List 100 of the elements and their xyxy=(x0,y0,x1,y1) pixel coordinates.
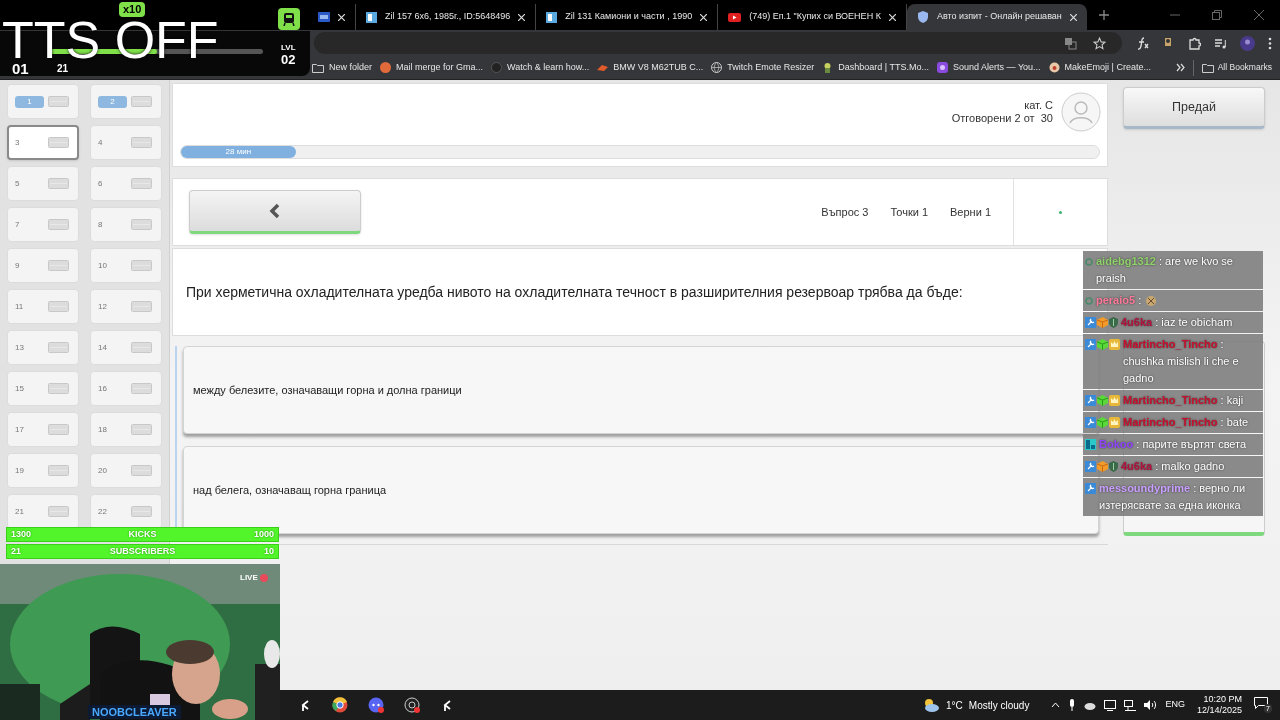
bookmark-link[interactable]: BMW V8 M62TUB C... xyxy=(613,60,704,75)
question-text: При херметична охладителната уредба нивото на охладителната течност в разширителния резервоар трябва да бъде: xyxy=(186,282,963,302)
tile-number: 15 xyxy=(15,382,24,395)
shield-badge-icon xyxy=(1109,317,1118,328)
crown-badge-icon xyxy=(1109,417,1120,428)
flag-placeholder-icon xyxy=(48,219,69,230)
crown-badge-icon xyxy=(1109,339,1120,350)
chat-message: aidebg1312 : are we kvo se praish xyxy=(1096,254,1234,286)
flag-placeholder-icon xyxy=(48,383,69,394)
live-dot-icon xyxy=(259,574,268,582)
bookmark-link[interactable]: MakeEmoji | Create... xyxy=(1064,60,1151,75)
restore-icon[interactable] xyxy=(1212,10,1222,20)
tab-title: (749) Еп.1 "Купих си ВОЕНЕН К xyxy=(749,10,881,24)
tab-title: Zil 131 Камиони и части , 1990 xyxy=(565,10,693,24)
avatar-icon[interactable] xyxy=(1240,35,1255,51)
chevron-up-icon[interactable] xyxy=(1051,702,1061,708)
question-tile[interactable]: 12 xyxy=(90,289,162,324)
translate-icon[interactable] xyxy=(1064,36,1077,50)
level-start: 01 xyxy=(12,61,29,76)
function-icon[interactable] xyxy=(1136,36,1149,50)
goal-current: 21 xyxy=(11,544,21,558)
goal-current: 1300 xyxy=(11,527,32,541)
tile-number: 7 xyxy=(15,218,20,231)
answer-option[interactable]: между белезите, означаващи горна и долна граници xyxy=(183,346,1099,434)
star-icon[interactable] xyxy=(1093,36,1106,50)
microphone-icon[interactable] xyxy=(1068,699,1077,711)
bookmark-link[interactable]: Watch & learn how... xyxy=(507,60,590,75)
question-tile[interactable]: 22 xyxy=(90,494,162,529)
bookmark-link[interactable]: Twitch Emote Resizer xyxy=(727,60,815,75)
question-tile[interactable]: 4 xyxy=(90,125,162,160)
play-icon xyxy=(728,12,742,22)
wrench-badge-icon xyxy=(1085,483,1096,494)
flag-placeholder-icon xyxy=(131,301,152,312)
language-indicator[interactable]: ENG xyxy=(1165,698,1185,712)
question-tile[interactable]: 21 xyxy=(7,494,79,529)
cube-badge-icon xyxy=(1097,317,1108,328)
recorder-app-icon[interactable] xyxy=(404,697,420,713)
chat-message: peraio5 : xyxy=(1096,293,1142,308)
tile-number: 18 xyxy=(98,423,107,436)
question-tile[interactable]: 8 xyxy=(90,207,162,242)
network-icon[interactable] xyxy=(1124,699,1137,711)
submit-button[interactable]: Предай xyxy=(1123,87,1265,129)
bookmark-favicon-icon xyxy=(380,62,392,73)
question-tile[interactable]: 9 xyxy=(7,248,79,283)
tile-number: 6 xyxy=(98,177,103,190)
menu-icon[interactable] xyxy=(1268,36,1272,50)
weather-cloud-icon[interactable] xyxy=(922,698,941,712)
question-tile[interactable]: 6 xyxy=(90,166,162,201)
question-tile[interactable]: 15 xyxy=(7,371,79,406)
crown-badge-icon xyxy=(1109,395,1120,406)
bookmark-favicon-icon xyxy=(597,63,609,72)
question-tile[interactable]: 10 xyxy=(90,248,162,283)
tile-number: 16 xyxy=(98,382,107,395)
question-tile[interactable]: 16 xyxy=(90,371,162,406)
more-chevron-icon[interactable] xyxy=(1175,63,1185,72)
puzzle-icon[interactable] xyxy=(1188,36,1201,50)
question-tile[interactable]: 13 xyxy=(7,330,79,365)
tile-number: 14 xyxy=(98,341,107,354)
tile-number: 13 xyxy=(15,341,24,354)
level-progress-value: 21 xyxy=(57,63,69,74)
flag-placeholder-icon xyxy=(48,424,69,435)
weather-label[interactable]: Mostly cloudy xyxy=(968,697,1030,713)
question-tile[interactable]: 14 xyxy=(90,330,162,365)
question-tile[interactable]: 5 xyxy=(7,166,79,201)
bookmark-link[interactable]: Mail merge for Gma... xyxy=(396,60,484,75)
timer-label: 28 мин xyxy=(225,146,252,158)
speaker-icon[interactable] xyxy=(1144,700,1157,710)
tile-number: 21 xyxy=(15,505,24,518)
browser-tab[interactable]: Авто изпит - Онлайн решаван xyxy=(906,4,1087,30)
tile-number: 17 xyxy=(15,423,24,436)
category-label: кат. C xyxy=(1024,99,1053,112)
question-tile[interactable]: 7 xyxy=(7,207,79,242)
question-tile[interactable]: 19 xyxy=(7,453,79,488)
globe-icon xyxy=(711,62,723,73)
tile-number: 5 xyxy=(15,177,20,190)
question-tile[interactable]: 11 xyxy=(7,289,79,324)
question-tile[interactable]: 3 xyxy=(7,125,79,160)
monitor-icon[interactable] xyxy=(1104,699,1117,711)
tab-title: Zil 157 6х6, 1985г., ID:5648496 xyxy=(385,10,511,24)
bookmark-link[interactable]: Dashboard | TTS.Mo... xyxy=(838,60,930,75)
browser-app-icon[interactable] xyxy=(332,697,348,713)
chat-app-icon[interactable] xyxy=(368,697,384,713)
question-tile[interactable]: 17 xyxy=(7,412,79,447)
bookmark-link[interactable]: New folder xyxy=(329,60,373,75)
bookmark-link[interactable]: Sound Alerts — You... xyxy=(953,60,1041,75)
all-bookmarks-link[interactable]: All Bookmarks xyxy=(1217,61,1272,74)
page-icon xyxy=(318,12,330,22)
number-badge: 2 xyxy=(98,95,127,108)
question-tile[interactable]: 18 xyxy=(90,412,162,447)
clock[interactable]: 10:20 PM 12/14/2025 xyxy=(1196,694,1242,716)
cube-badge-icon xyxy=(1097,461,1108,472)
cloud-icon[interactable] xyxy=(1084,700,1097,710)
bookmark-favicon-icon xyxy=(937,62,949,73)
page-icon xyxy=(546,11,558,23)
temperature-label[interactable]: 1°C xyxy=(946,697,963,713)
media-icon[interactable] xyxy=(1214,36,1227,50)
cube-badge-icon xyxy=(1097,339,1108,350)
new-tab-icon[interactable] xyxy=(1098,10,1109,20)
question-tile[interactable]: 20 xyxy=(90,453,162,488)
bookmark-favicon-icon xyxy=(491,62,503,73)
